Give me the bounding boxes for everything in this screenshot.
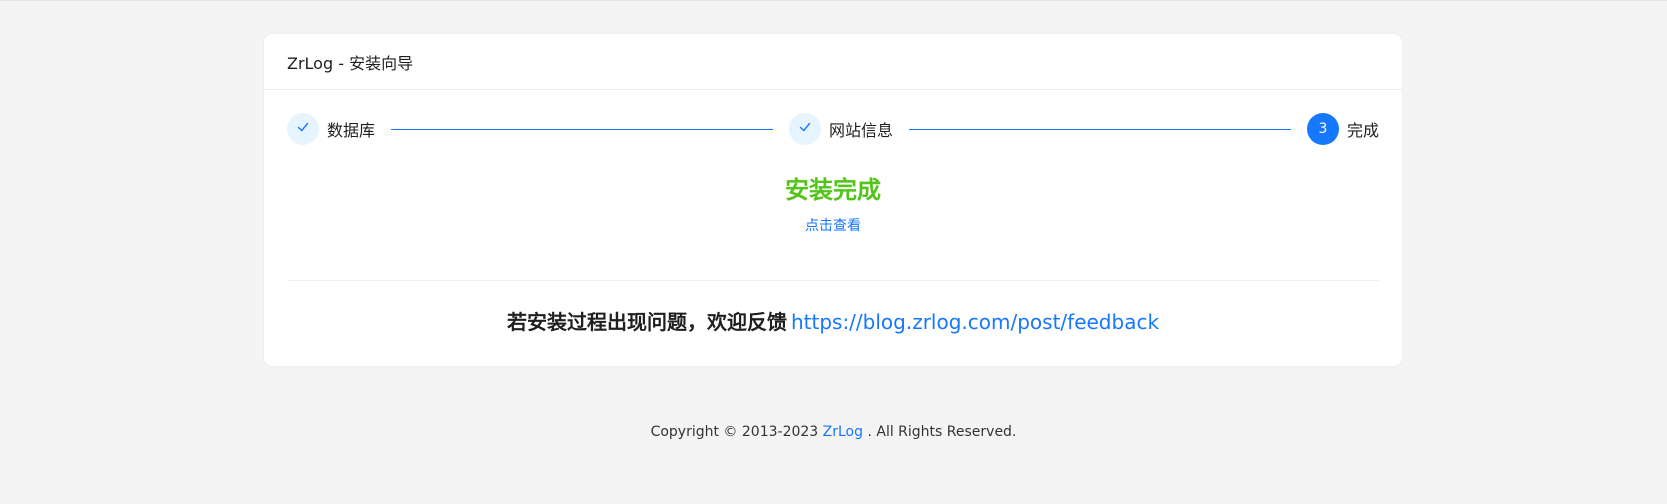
footer: Copyright © 2013-2023 ZrLog . All Rights… <box>0 424 1667 440</box>
brand-link[interactable]: ZrLog <box>823 424 863 440</box>
step-connector <box>909 128 1291 130</box>
step-site-info: 网站信息 <box>789 113 893 145</box>
result-title: 安装完成 <box>785 176 881 204</box>
step-number: 3 <box>1318 121 1328 137</box>
step-label: 网站信息 <box>829 121 894 140</box>
feedback-link[interactable]: https://blog.zrlog.com/post/feedback <box>791 310 1159 334</box>
divider <box>287 280 1379 281</box>
step-done-indicator <box>287 113 319 145</box>
page-title: ZrLog - 安装向导 <box>287 53 414 73</box>
copyright-text: Copyright © 2013-2023 <box>650 424 819 440</box>
feedback-row: 若安装过程出现问题，欢迎反馈 https://blog.zrlog.com/pos… <box>264 306 1402 335</box>
view-site-link[interactable]: 点击查看 <box>805 218 861 234</box>
steps-progress: 数据库 网站信息 3 完成 <box>287 113 1379 145</box>
step-done-indicator <box>789 113 821 145</box>
check-icon <box>296 120 310 138</box>
install-wizard-card: ZrLog - 安装向导 数据库 网站信息 3 完成 安装完成 点击查看 若安装… <box>264 34 1402 366</box>
step-label: 完成 <box>1347 121 1380 140</box>
card-header: ZrLog - 安装向导 <box>264 34 1402 90</box>
result-link-row: 点击查看 <box>264 215 1402 235</box>
step-database: 数据库 <box>287 113 375 145</box>
step-complete: 3 完成 <box>1307 113 1379 145</box>
step-number-indicator: 3 <box>1307 113 1339 145</box>
check-icon <box>798 120 812 138</box>
step-connector <box>391 128 773 130</box>
feedback-text: 若安装过程出现问题，欢迎反馈 <box>506 310 787 334</box>
rights-text: . All Rights Reserved. <box>867 424 1017 440</box>
step-label: 数据库 <box>327 121 376 140</box>
